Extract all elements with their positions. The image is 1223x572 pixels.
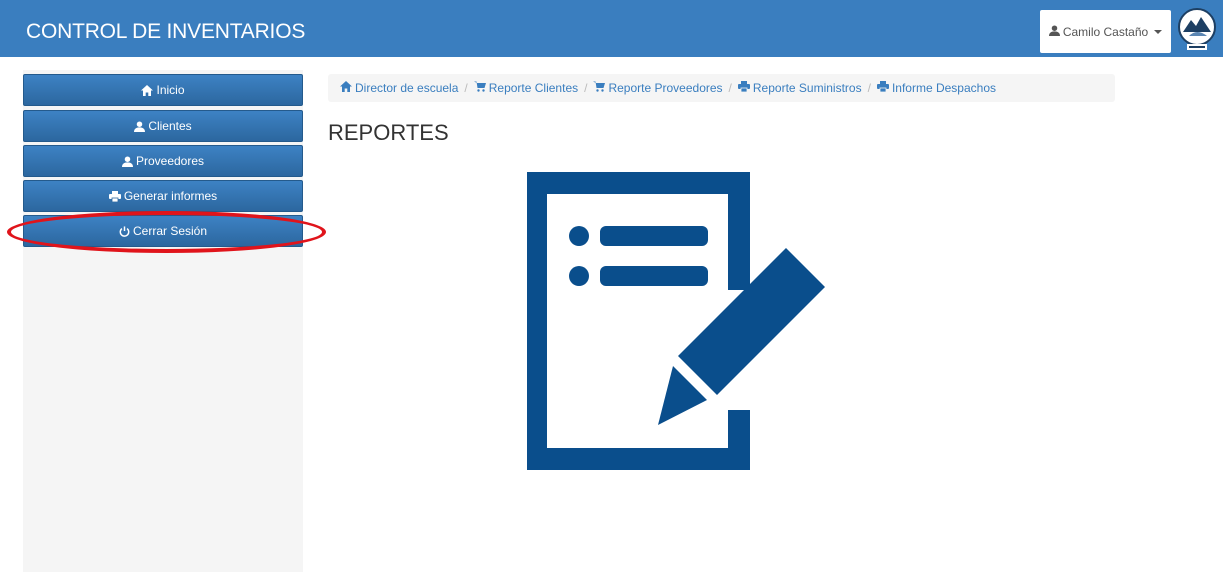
sidebar-item-generar-informes[interactable]: Generar informes — [23, 180, 303, 212]
user-icon — [121, 155, 133, 167]
home-icon — [340, 81, 352, 95]
user-icon — [1048, 24, 1060, 39]
sidebar-item-label: Proveedores — [135, 154, 205, 168]
sidebar-item-inicio[interactable]: Inicio — [23, 74, 303, 106]
breadcrumb-reporte-suministros[interactable]: Reporte Suministros — [737, 81, 862, 95]
breadcrumb-label: Director de escuela — [355, 81, 459, 95]
print-icon — [876, 81, 889, 95]
cart-icon — [473, 81, 486, 95]
print-icon — [108, 190, 121, 202]
report-document-icon — [525, 170, 825, 470]
breadcrumb-label: Reporte Clientes — [488, 81, 579, 95]
breadcrumb-label: Reporte Proveedores — [608, 81, 723, 95]
user-name: Camilo Castaño — [1062, 24, 1149, 39]
sidebar-item-label: Inicio — [156, 83, 185, 97]
breadcrumb-reporte-proveedores[interactable]: Reporte Proveedores — [593, 81, 723, 95]
breadcrumb-reporte-clientes[interactable]: Reporte Clientes — [473, 81, 579, 95]
print-icon — [737, 81, 750, 95]
cart-icon — [593, 81, 606, 95]
sidebar: Inicio Clientes Proveedores Generar info… — [23, 70, 303, 572]
breadcrumb-label: Reporte Suministros — [752, 81, 862, 95]
breadcrumb-separator: / — [464, 81, 468, 95]
breadcrumb-separator: / — [728, 81, 732, 95]
sidebar-item-label: Generar informes — [123, 189, 218, 203]
breadcrumb-director-de-escuela[interactable]: Director de escuela — [340, 81, 458, 95]
breadcrumb-separator: / — [584, 81, 588, 95]
top-navbar: CONTROL DE INVENTARIOS Camilo Castaño — [0, 0, 1223, 57]
sidebar-item-label: Clientes — [148, 119, 192, 133]
breadcrumb-label: Informe Despachos — [891, 81, 997, 95]
institution-logo — [1177, 6, 1217, 52]
home-icon — [141, 84, 154, 96]
power-icon — [119, 225, 130, 237]
sidebar-item-clientes[interactable]: Clientes — [23, 110, 303, 142]
sidebar-item-label: Cerrar Sesión — [132, 224, 208, 238]
app-title[interactable]: CONTROL DE INVENTARIOS — [26, 20, 305, 44]
user-icon — [134, 120, 146, 132]
breadcrumb: Director de escuela / Reporte Clientes /… — [328, 74, 1115, 102]
sidebar-item-proveedores[interactable]: Proveedores — [23, 145, 303, 177]
user-menu-button[interactable]: Camilo Castaño — [1040, 10, 1171, 53]
breadcrumb-separator: / — [867, 81, 871, 95]
chevron-down-icon — [1154, 29, 1163, 34]
sidebar-item-cerrar-sesion[interactable]: Cerrar Sesión — [23, 215, 303, 247]
page-title: REPORTES — [328, 120, 449, 145]
breadcrumb-informe-despachos[interactable]: Informe Despachos — [876, 81, 997, 95]
